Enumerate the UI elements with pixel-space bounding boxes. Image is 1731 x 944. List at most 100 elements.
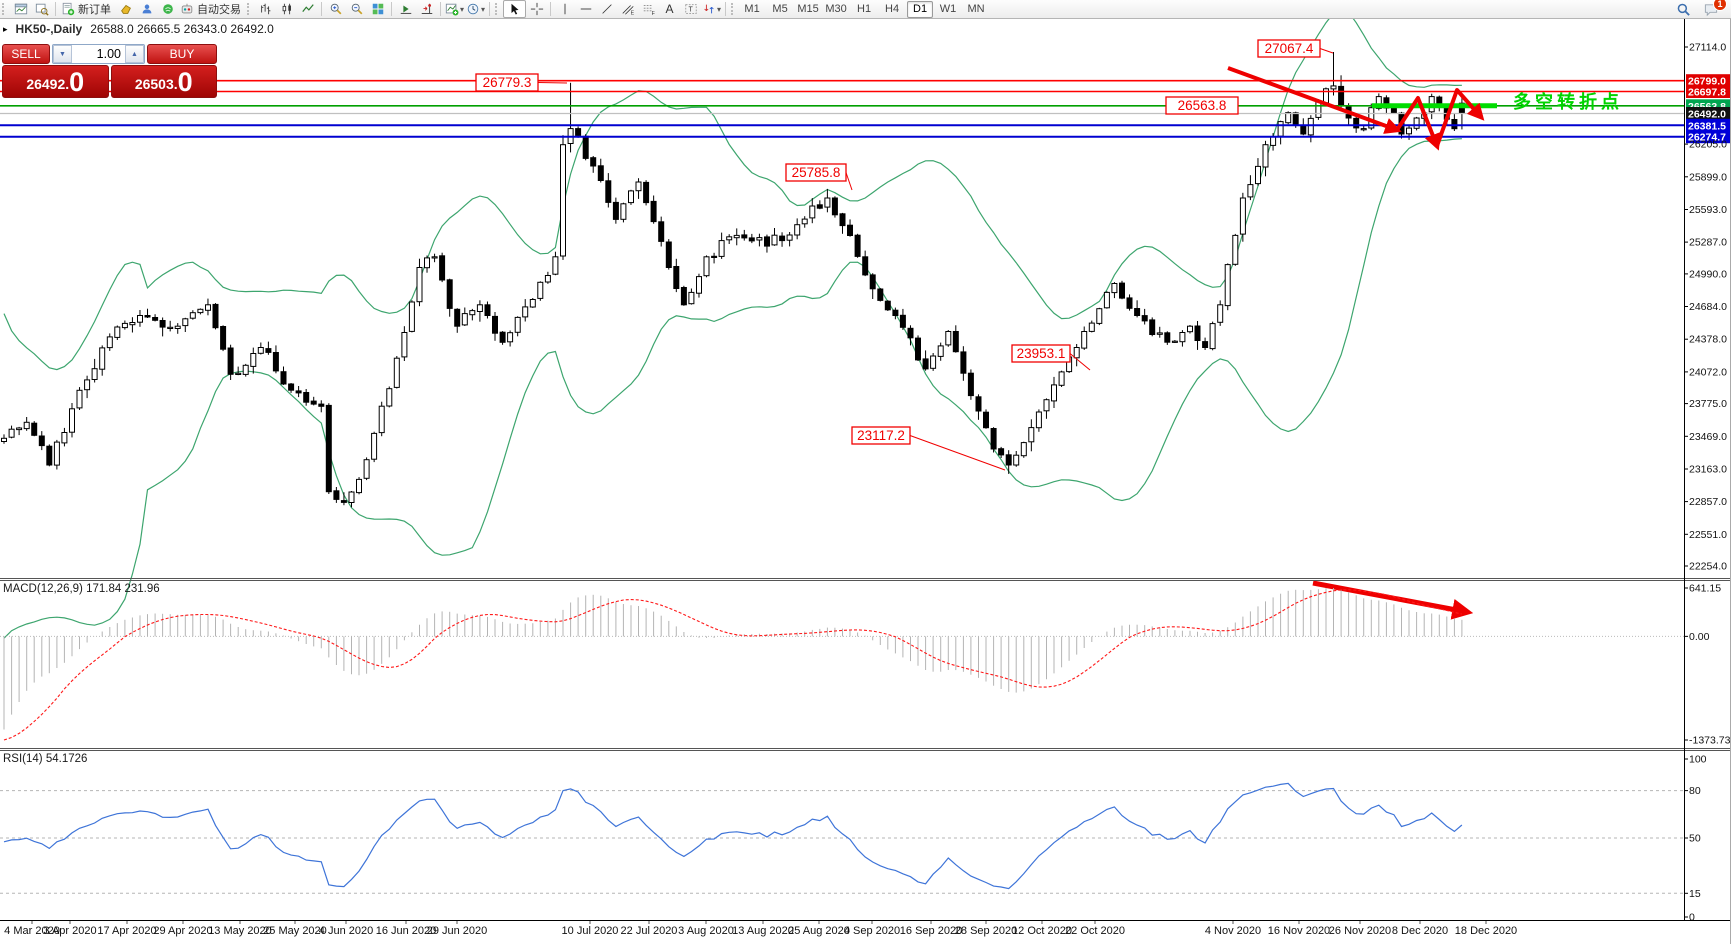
candle-body [122,323,127,327]
toolbar-grip[interactable] [247,3,254,15]
price-callout[interactable]: 26779.3 [476,74,567,91]
toolbar-separator [550,2,551,16]
profiles-button[interactable] [31,1,52,17]
new-order-button[interactable]: 新订单 [59,1,115,17]
candle-body [1104,292,1109,307]
navigator-button[interactable] [157,1,178,17]
data-window-button[interactable] [136,1,157,17]
candle-body [863,257,868,275]
horizontal-line-tool-button[interactable] [575,1,596,17]
cursor-tool-button[interactable] [503,0,526,18]
candle-body [455,309,460,326]
candle-body [772,235,777,245]
vertical-line-tool-button[interactable] [554,1,575,17]
candle-body [440,256,445,280]
candle-body [946,332,951,345]
candle-body [598,166,603,181]
candle-body [1225,265,1230,306]
channel-tool-button[interactable]: E [617,1,638,17]
toolbar-grip[interactable] [731,3,738,15]
volume-up-button[interactable]: ▲ [125,45,144,63]
line-chart-button[interactable] [297,1,318,17]
candle-body [1293,113,1298,126]
candle-body [561,145,566,256]
timeframe-H4[interactable]: H4 [879,1,905,18]
toolbar-grip[interactable] [495,3,502,15]
fibonacci-tool-button[interactable]: F [638,1,659,17]
expand-marker-icon[interactable]: ▸ [3,24,8,35]
price-callout[interactable]: 25785.8 [786,164,852,190]
timeframe-M30[interactable]: M30 [823,1,849,18]
auto-scroll-icon [399,2,413,16]
periods-button[interactable]: ▾ [465,1,486,17]
timeframe-M5[interactable]: M5 [767,1,793,18]
candle-body [334,491,339,500]
candle-body [1278,122,1283,137]
toolbar-grip[interactable] [2,3,9,15]
timeframe-M15[interactable]: M15 [795,1,821,18]
cursor-icon [508,2,522,16]
price-axis[interactable]: 26799.026697.826563.826492.026381.526274… [1684,42,1731,924]
buy-price-display[interactable]: 26503.0 [111,65,218,98]
candle-body [130,323,135,325]
macd-panel-divider[interactable] [0,577,1731,582]
candle-body [1120,283,1125,298]
price-callout[interactable]: 26563.8 [1166,97,1238,114]
macd-down-arrow-annotation [1313,583,1467,612]
rsi-axis-label: 100 [1689,754,1707,766]
crosshair-tool-button[interactable] [526,1,547,17]
chart-canvas[interactable]: 26779.327067.426563.825785.823953.123117… [0,0,1731,944]
timeframe-H1[interactable]: H1 [851,1,877,18]
volume-input[interactable] [72,45,125,63]
rsi-panel-divider[interactable] [0,747,1731,752]
date-label: 4 Nov 2020 [1205,925,1261,937]
zoom-out-button[interactable] [346,1,367,17]
bar-chart-button[interactable] [255,1,276,17]
tile-windows-button[interactable] [367,1,388,17]
volume-down-button[interactable]: ▼ [53,45,72,63]
chart-shift-button[interactable] [416,1,437,17]
rsi-axis-label: 50 [1689,833,1701,845]
buy-button[interactable]: BUY [147,44,217,64]
trendline-tool-button[interactable] [596,1,617,17]
text-tool-button[interactable]: A [659,1,680,17]
candle-body [477,305,482,312]
sell-button[interactable]: SELL [2,44,50,64]
chart-header: ▸ HK50-,Daily 26588.0 26665.5 26343.0 26… [3,22,274,36]
candle-body [1021,443,1026,456]
timeframe-M1[interactable]: M1 [739,1,765,18]
new-chart-button[interactable] [10,1,31,17]
price-callout[interactable]: 27067.4 [1258,40,1333,57]
candle-body [77,390,82,408]
price-callout[interactable]: 23117.2 [852,427,1005,470]
timeframe-D1[interactable]: D1 [907,1,933,18]
price-axis-label: 25593.0 [1689,204,1727,216]
candle-body [32,423,37,435]
chart-ohlc-values: 26588.0 26665.5 26343.0 26492.0 [90,22,274,36]
macd-values: 171.84 231.96 [86,583,160,595]
callout-text: 27067.4 [1265,41,1314,56]
timeframe-MN[interactable]: MN [963,1,989,18]
timeframe-W1[interactable]: W1 [935,1,961,18]
label-tool-button[interactable]: T [680,1,701,17]
notifications-button[interactable]: 1 [1700,1,1721,17]
candle-body [258,348,263,354]
date-label: 22 Oct 2020 [1065,925,1125,937]
price-axis-label: 27114.0 [1689,42,1726,54]
autotrading-button[interactable]: 自动交易 [178,1,245,17]
shapes-tool-button[interactable]: ▾ [701,1,722,17]
candle-body [206,305,211,311]
toolbar-separator [391,2,392,16]
market-watch-button[interactable] [115,1,136,17]
candlestick-button[interactable] [276,1,297,17]
search-button[interactable] [1673,1,1694,17]
candle-body [749,238,754,241]
sell-price-display[interactable]: 26492.0 [2,65,109,98]
indicators-button[interactable]: ▾ [444,1,465,17]
tile-windows-icon [371,2,385,16]
zoom-in-button[interactable] [325,1,346,17]
rsi-name: RSI(14) [3,753,43,765]
auto-scroll-button[interactable] [395,1,416,17]
candle-body [953,332,958,352]
time-axis[interactable]: 4 Mar 20203 Apr 202017 Apr 202029 Apr 20… [4,920,1517,937]
